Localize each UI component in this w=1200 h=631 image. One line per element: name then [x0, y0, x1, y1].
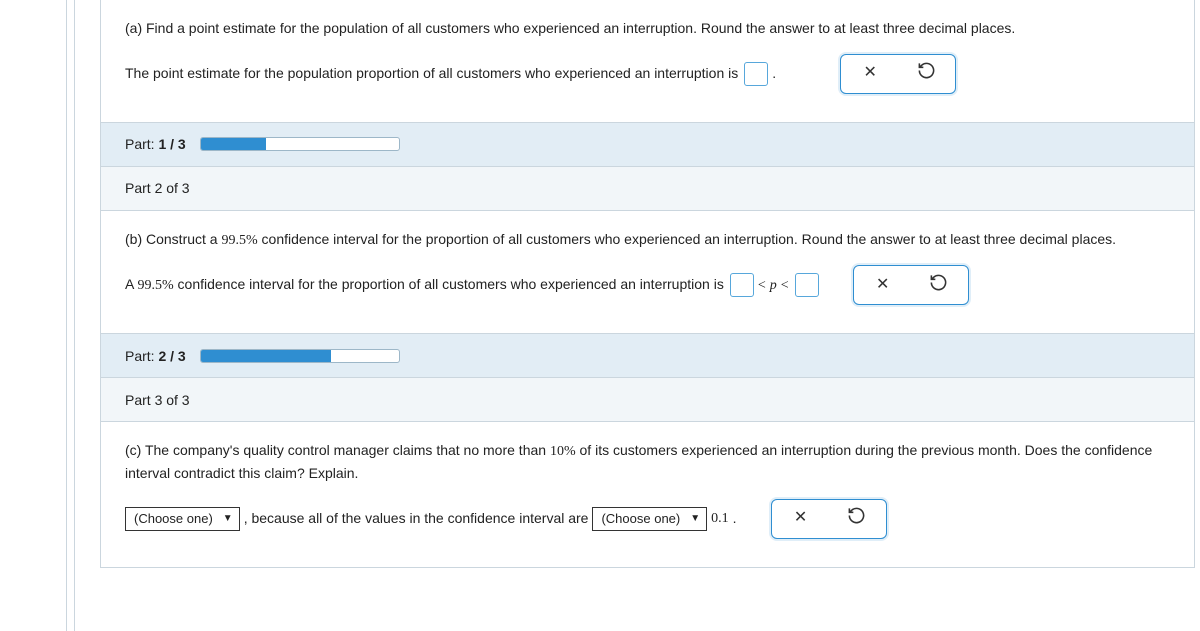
progress-1-label: Part: 1 / 3 [125, 136, 186, 152]
reset-icon [929, 273, 948, 299]
part-2-header-label: Part 2 of 3 [125, 180, 190, 196]
progress-1-track [200, 137, 400, 151]
part-c-tenpct: 10% [550, 444, 576, 459]
progress-bar-2: Part: 2 / 3 [100, 334, 1195, 378]
part-b-prompt-post: confidence interval for the proportion o… [258, 231, 1116, 247]
p-symbol: p [770, 275, 777, 297]
reset-button-b[interactable] [920, 270, 958, 300]
progress-2-num: 2 / 3 [158, 348, 185, 364]
part-3-header-label: Part 3 of 3 [125, 392, 190, 408]
part-3-header: Part 3 of 3 [100, 378, 1195, 422]
reset-button-c[interactable] [838, 504, 876, 534]
lt-1: < [758, 275, 766, 297]
dropdown-relation[interactable]: (Choose one) ▼ [592, 507, 707, 531]
progress-1-fill [201, 138, 266, 150]
part-c-prompt-pre: (c) The company's quality control manage… [125, 442, 550, 458]
clear-button-a[interactable] [851, 59, 889, 89]
part-c-mid: , because all of the values in the confi… [244, 508, 589, 530]
progress-2-fill [201, 350, 332, 362]
progress-2-prefix: Part: [125, 348, 158, 364]
reset-icon [917, 61, 936, 87]
part-c-period: . [733, 508, 737, 530]
part-b-sentence-pre: A [125, 276, 137, 292]
part-b-pct1: 99.5% [221, 233, 257, 248]
progress-1-prefix: Part: [125, 136, 158, 152]
part-a-answer-row: The point estimate for the population pr… [125, 54, 1170, 94]
progress-2-label: Part: 2 / 3 [125, 348, 186, 364]
part-a-period: . [772, 63, 776, 85]
part-b-pct2: 99.5% [137, 278, 173, 293]
lt-2: < [781, 275, 789, 297]
progress-1-num: 1 / 3 [158, 136, 185, 152]
part-b-sentence: A 99.5% confidence interval for the prop… [125, 274, 724, 297]
part-a-prompt: (a) Find a point estimate for the popula… [125, 18, 1170, 40]
part-b-prompt-pre: (b) Construct a [125, 231, 221, 247]
left-rule-1 [66, 0, 67, 631]
left-rule-2 [74, 0, 75, 631]
clear-button-c[interactable] [782, 504, 820, 534]
part-c-val: 0.1 [711, 508, 729, 530]
progress-2-track [200, 349, 400, 363]
panel-part-a: (a) Find a point estimate for the popula… [100, 0, 1195, 123]
toolbar-part-b [853, 265, 969, 305]
panel-part-c: (c) The company's quality control manage… [100, 422, 1195, 567]
part-2-header: Part 2 of 3 [100, 167, 1195, 211]
part-c-prompt: (c) The company's quality control manage… [125, 440, 1170, 484]
dropdown-relation-label: (Choose one) [601, 509, 680, 529]
progress-bar-1: Part: 1 / 3 [100, 123, 1195, 167]
part-c-answer-row: (Choose one) ▼ , because all of the valu… [125, 499, 1170, 539]
dropdown-contradict[interactable]: (Choose one) ▼ [125, 507, 240, 531]
reset-button-a[interactable] [907, 59, 945, 89]
part-b-prompt: (b) Construct a 99.5% confidence interva… [125, 229, 1170, 252]
panel-part-b: (b) Construct a 99.5% confidence interva… [100, 211, 1195, 335]
dropdown-contradict-label: (Choose one) [134, 509, 213, 529]
part-a-sentence: The point estimate for the population pr… [125, 63, 738, 85]
clear-button-b[interactable] [864, 270, 902, 300]
part-b-sentence-post: confidence interval for the proportion o… [174, 276, 724, 292]
chevron-down-icon: ▼ [223, 511, 233, 527]
ci-upper-input[interactable] [795, 273, 819, 297]
reset-icon [847, 506, 866, 532]
chevron-down-icon: ▼ [690, 511, 700, 527]
part-b-answer-row: A 99.5% confidence interval for the prop… [125, 265, 1170, 305]
point-estimate-input[interactable] [744, 62, 768, 86]
ci-lower-input[interactable] [730, 273, 754, 297]
toolbar-part-a [840, 54, 956, 94]
toolbar-part-c [771, 499, 887, 539]
